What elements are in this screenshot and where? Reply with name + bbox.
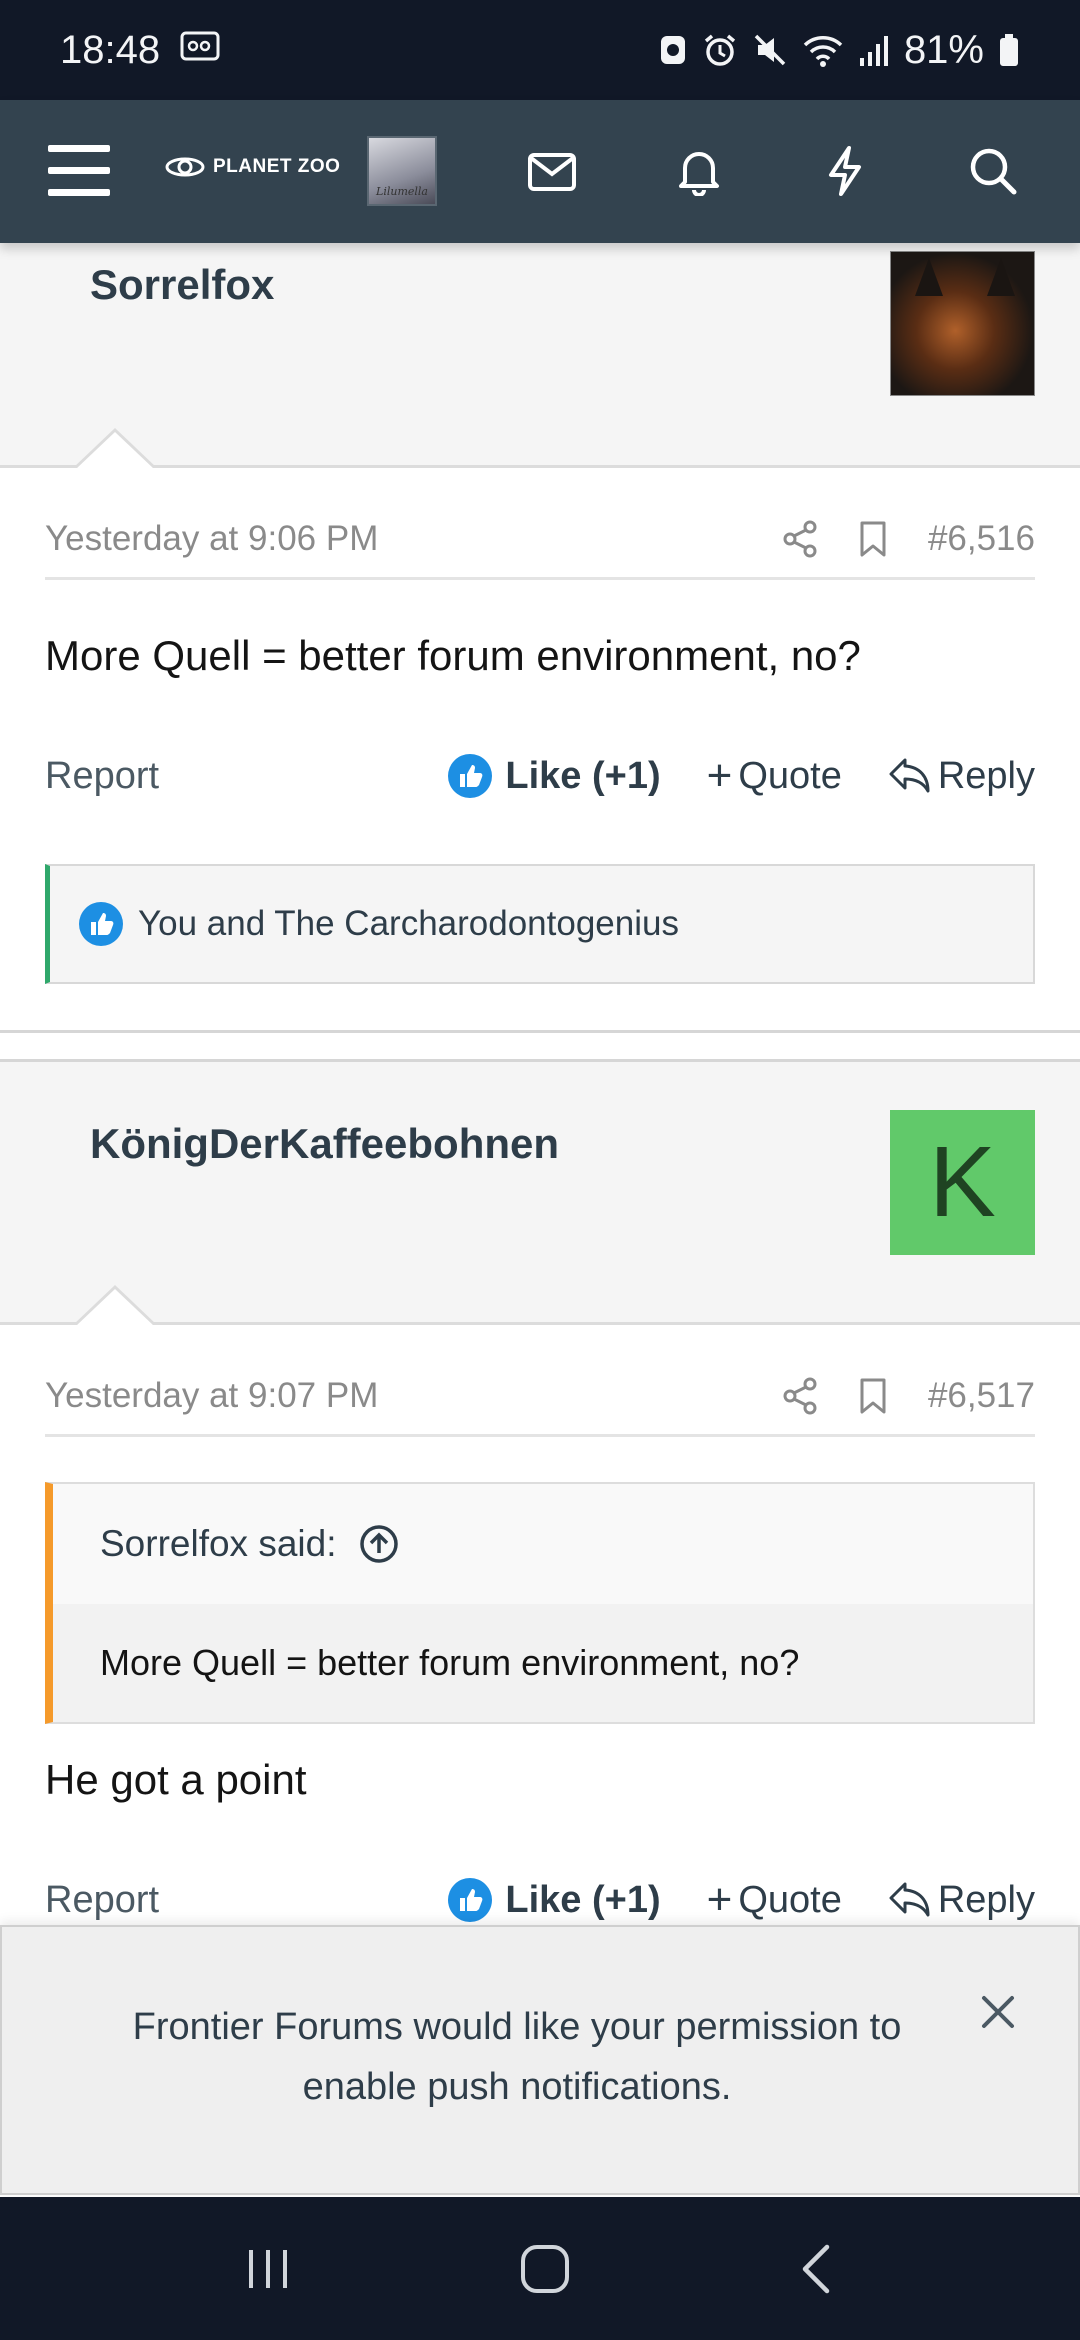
post-meta-row: Yesterday at 9:07 PM #6,517 bbox=[45, 1357, 1035, 1437]
bell-icon[interactable] bbox=[668, 140, 730, 202]
post-number[interactable]: #6,516 bbox=[928, 519, 1035, 559]
thumbs-up-icon bbox=[79, 902, 123, 946]
quote-text: More Quell = better forum environment, n… bbox=[53, 1604, 1033, 1722]
signal-icon bbox=[858, 32, 890, 68]
reply-label: Reply bbox=[937, 1878, 1035, 1921]
avatar-letter: K bbox=[929, 1126, 996, 1238]
post-separator bbox=[0, 1030, 1080, 1062]
quote-button[interactable]: + Quote bbox=[707, 1878, 842, 1922]
share-icon[interactable] bbox=[782, 520, 818, 558]
cast-icon bbox=[180, 28, 222, 73]
close-icon[interactable] bbox=[973, 1987, 1023, 2037]
quote-button[interactable]: + Quote bbox=[707, 754, 842, 798]
alarm-icon bbox=[702, 32, 738, 68]
quote-label: Quote bbox=[738, 754, 842, 797]
quote-block: Sorrelfox said: More Quell = better foru… bbox=[45, 1482, 1035, 1724]
search-icon[interactable] bbox=[962, 140, 1024, 202]
wifi-icon bbox=[802, 32, 844, 68]
user-avatar[interactable]: Lilumella bbox=[367, 136, 437, 206]
reply-arrow-icon bbox=[889, 1882, 930, 1917]
author-avatar-fox[interactable] bbox=[890, 251, 1035, 396]
like-button[interactable]: Like (+1) bbox=[447, 753, 661, 799]
post-username[interactable]: Sorrelfox bbox=[90, 261, 274, 309]
reply-button[interactable]: Reply bbox=[888, 755, 1035, 798]
bixby-icon bbox=[658, 32, 688, 68]
quote-author[interactable]: Sorrelfox said: bbox=[100, 1523, 337, 1565]
back-icon[interactable] bbox=[797, 2243, 837, 2295]
plus-icon: + bbox=[706, 1875, 733, 1924]
push-notification-banner: Frontier Forums would like your permissi… bbox=[0, 1925, 1080, 2195]
post-body: He got a point bbox=[45, 1756, 307, 1803]
reply-button[interactable]: Reply bbox=[888, 1879, 1035, 1922]
status-bar: 18:48 81% bbox=[0, 0, 1080, 100]
recent-apps-icon[interactable] bbox=[243, 2244, 293, 2294]
post-author-block: KönigDerKaffeebohnen K bbox=[0, 1062, 1080, 1326]
post-actions: Report Like (+1) + Quote Reply bbox=[45, 1870, 1035, 1930]
planet-logo-icon bbox=[165, 157, 205, 177]
push-message: Frontier Forums would like your permissi… bbox=[132, 2006, 902, 2108]
post-meta-row: Yesterday at 9:06 PM #6,516 bbox=[45, 500, 1035, 580]
reactions-text: You and The Carcharodontogenius bbox=[138, 904, 679, 943]
menu-icon[interactable] bbox=[44, 138, 114, 204]
inbox-icon[interactable] bbox=[520, 144, 584, 200]
bolt-icon[interactable] bbox=[814, 140, 876, 202]
brand-name: PLANET ZOO bbox=[213, 156, 341, 177]
like-label: Like (+1) bbox=[505, 754, 661, 797]
report-link[interactable]: Report bbox=[45, 755, 447, 798]
home-icon[interactable] bbox=[519, 2243, 571, 2295]
post-caret-fill bbox=[76, 1289, 154, 1326]
thumbs-up-icon bbox=[448, 1878, 493, 1922]
avatar-caption: Lilumella bbox=[376, 185, 428, 198]
mute-icon bbox=[752, 32, 788, 68]
post-actions: Report Like (+1) + Quote Reply bbox=[45, 746, 1035, 806]
share-icon[interactable] bbox=[782, 1377, 818, 1415]
post-author-block: Sorrelfox bbox=[0, 243, 1080, 469]
post-date[interactable]: Yesterday at 9:06 PM bbox=[45, 519, 782, 559]
reply-label: Reply bbox=[937, 754, 1035, 797]
bookmark-icon[interactable] bbox=[858, 1377, 888, 1415]
post-body: More Quell = better forum environment, n… bbox=[45, 632, 861, 679]
quote-header: Sorrelfox said: bbox=[53, 1484, 1033, 1604]
post-number[interactable]: #6,517 bbox=[928, 1376, 1035, 1416]
post-date[interactable]: Yesterday at 9:07 PM bbox=[45, 1376, 782, 1416]
bookmark-icon[interactable] bbox=[858, 520, 888, 558]
author-avatar-letter[interactable]: K bbox=[890, 1110, 1035, 1255]
system-nav-bar bbox=[0, 2197, 1080, 2340]
plus-icon: + bbox=[706, 751, 733, 800]
reactions-bar[interactable]: You and The Carcharodontogenius bbox=[45, 864, 1035, 984]
like-button[interactable]: Like (+1) bbox=[447, 1877, 661, 1923]
post-caret-fill bbox=[76, 432, 154, 469]
report-link[interactable]: Report bbox=[45, 1879, 447, 1922]
fox-ear bbox=[987, 258, 1015, 296]
status-time: 18:48 bbox=[60, 27, 161, 72]
planet-zoo-logo[interactable]: PLANET ZOO bbox=[165, 152, 340, 182]
post-username[interactable]: KönigDerKaffeebohnen bbox=[90, 1120, 559, 1168]
quote-label: Quote bbox=[738, 1878, 842, 1921]
fox-ear bbox=[915, 258, 943, 296]
thumbs-up-icon bbox=[448, 754, 493, 798]
app-header: PLANET ZOO Lilumella bbox=[0, 100, 1080, 243]
like-label: Like (+1) bbox=[505, 1878, 661, 1921]
battery-icon bbox=[998, 32, 1020, 68]
reply-arrow-icon bbox=[889, 758, 930, 793]
battery-text: 81% bbox=[903, 27, 984, 72]
arrow-up-circle-icon[interactable] bbox=[359, 1524, 399, 1564]
